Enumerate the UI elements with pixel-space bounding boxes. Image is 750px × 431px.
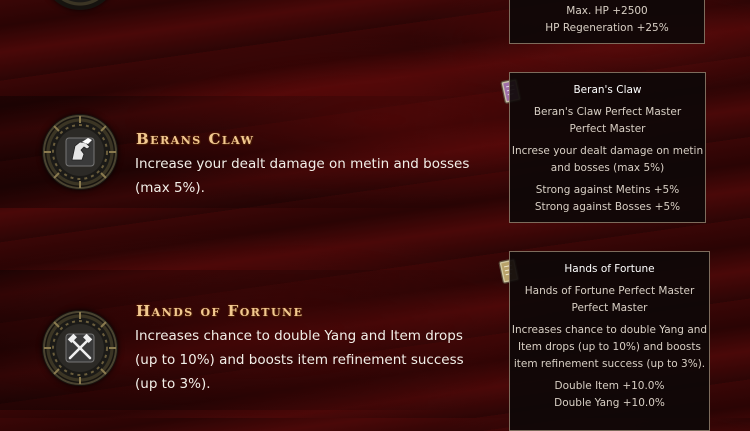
tooltip-title: Beran's Claw bbox=[573, 84, 642, 96]
tooltip-line: Max. HP +2500 bbox=[566, 5, 648, 17]
tooltip-bonus: Double Item +10.0% bbox=[554, 380, 665, 392]
tooltip-previous-skill: Max. HP +2500 HP Regeneration +25% bbox=[509, 0, 705, 44]
skill-medallion[interactable] bbox=[42, 310, 118, 386]
skill-medallion-partial bbox=[42, 0, 118, 10]
skill-description: Increases chance to double Yang and Item… bbox=[135, 328, 464, 392]
tooltip-bonus: Strong against Metins +5% bbox=[535, 184, 680, 196]
tooltip-description-line: Increases chance to double Yang and bbox=[511, 324, 708, 336]
tooltip-skill-level: Hands of Fortune Perfect Master bbox=[524, 285, 695, 297]
tooltip-description-line: Item drops (up to 10%) and boosts bbox=[518, 341, 701, 353]
skill-medallion[interactable] bbox=[42, 114, 118, 190]
crossed-hammers-icon bbox=[43, 311, 117, 385]
tooltip-bonus: Strong against Bosses +5% bbox=[534, 201, 681, 213]
tooltip-skill-level: Beran's Claw Perfect Master bbox=[533, 106, 682, 118]
tooltip-description-line: item refinement success (up to 3%). bbox=[513, 358, 706, 370]
tooltip-rank: Perfect Master bbox=[569, 123, 646, 135]
tooltip-bonus: Double Yang +10.0% bbox=[554, 397, 665, 409]
tooltip-description-line: Increse your dealt damage on metin bbox=[511, 145, 704, 157]
tooltip-rank: Perfect Master bbox=[571, 302, 648, 314]
tooltip-hands-of-fortune: Hands of Fortune Hands of Fortune Perfec… bbox=[509, 251, 710, 431]
beast-claw-icon bbox=[43, 115, 117, 189]
tooltip-berans-claw: Beran's Claw Beran's Claw Perfect Master… bbox=[509, 72, 706, 223]
tooltip-description-line: and bosses (max 5%) bbox=[550, 162, 665, 174]
tooltip-line: HP Regeneration +25% bbox=[545, 22, 669, 34]
skill-description: Increase your dealt damage on metin and … bbox=[135, 156, 470, 196]
tooltip-title: Hands of Fortune bbox=[564, 263, 655, 275]
skill-title: Berans Claw bbox=[136, 130, 255, 148]
skill-title: Hands of Fortune bbox=[136, 302, 304, 320]
